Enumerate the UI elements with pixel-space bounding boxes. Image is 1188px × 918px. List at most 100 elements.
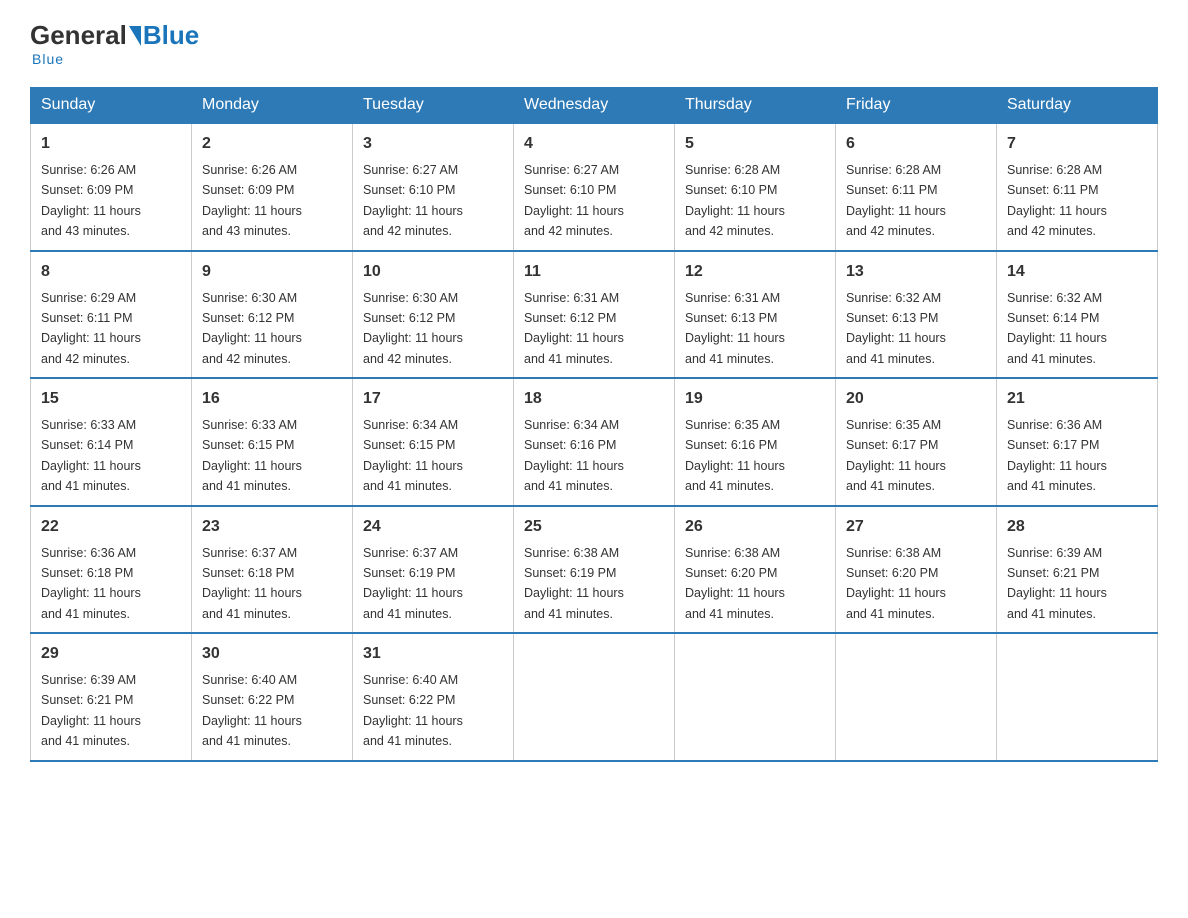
day-info: Sunrise: 6:28 AMSunset: 6:11 PMDaylight:… [846,163,946,238]
day-number: 10 [363,260,503,284]
logo-triangle-icon [129,26,141,46]
day-info: Sunrise: 6:26 AMSunset: 6:09 PMDaylight:… [41,163,141,238]
week-row-4: 22 Sunrise: 6:36 AMSunset: 6:18 PMDaylig… [31,506,1158,634]
day-number: 26 [685,515,825,539]
day-cell [836,633,997,761]
day-info: Sunrise: 6:28 AMSunset: 6:10 PMDaylight:… [685,163,785,238]
day-cell: 31 Sunrise: 6:40 AMSunset: 6:22 PMDaylig… [353,633,514,761]
day-info: Sunrise: 6:38 AMSunset: 6:20 PMDaylight:… [846,546,946,621]
day-info: Sunrise: 6:35 AMSunset: 6:17 PMDaylight:… [846,418,946,493]
day-number: 2 [202,132,342,156]
logo-subtitle: Blue [32,51,64,67]
day-number: 11 [524,260,664,284]
day-info: Sunrise: 6:30 AMSunset: 6:12 PMDaylight:… [202,291,302,366]
day-info: Sunrise: 6:29 AMSunset: 6:11 PMDaylight:… [41,291,141,366]
day-cell: 14 Sunrise: 6:32 AMSunset: 6:14 PMDaylig… [997,251,1158,379]
day-info: Sunrise: 6:34 AMSunset: 6:15 PMDaylight:… [363,418,463,493]
day-cell: 19 Sunrise: 6:35 AMSunset: 6:16 PMDaylig… [675,378,836,506]
day-number: 14 [1007,260,1147,284]
day-number: 29 [41,642,181,666]
day-cell: 11 Sunrise: 6:31 AMSunset: 6:12 PMDaylig… [514,251,675,379]
day-cell: 20 Sunrise: 6:35 AMSunset: 6:17 PMDaylig… [836,378,997,506]
day-info: Sunrise: 6:35 AMSunset: 6:16 PMDaylight:… [685,418,785,493]
day-cell: 24 Sunrise: 6:37 AMSunset: 6:19 PMDaylig… [353,506,514,634]
day-info: Sunrise: 6:32 AMSunset: 6:14 PMDaylight:… [1007,291,1107,366]
week-row-5: 29 Sunrise: 6:39 AMSunset: 6:21 PMDaylig… [31,633,1158,761]
day-cell: 9 Sunrise: 6:30 AMSunset: 6:12 PMDayligh… [192,251,353,379]
day-number: 12 [685,260,825,284]
day-info: Sunrise: 6:34 AMSunset: 6:16 PMDaylight:… [524,418,624,493]
week-row-1: 1 Sunrise: 6:26 AMSunset: 6:09 PMDayligh… [31,123,1158,251]
day-cell: 5 Sunrise: 6:28 AMSunset: 6:10 PMDayligh… [675,123,836,251]
column-header-thursday: Thursday [675,88,836,124]
day-cell: 18 Sunrise: 6:34 AMSunset: 6:16 PMDaylig… [514,378,675,506]
day-number: 25 [524,515,664,539]
day-info: Sunrise: 6:27 AMSunset: 6:10 PMDaylight:… [363,163,463,238]
day-cell: 29 Sunrise: 6:39 AMSunset: 6:21 PMDaylig… [31,633,192,761]
day-number: 21 [1007,387,1147,411]
column-header-monday: Monday [192,88,353,124]
day-cell: 26 Sunrise: 6:38 AMSunset: 6:20 PMDaylig… [675,506,836,634]
day-info: Sunrise: 6:33 AMSunset: 6:15 PMDaylight:… [202,418,302,493]
day-cell [997,633,1158,761]
day-info: Sunrise: 6:28 AMSunset: 6:11 PMDaylight:… [1007,163,1107,238]
day-cell: 21 Sunrise: 6:36 AMSunset: 6:17 PMDaylig… [997,378,1158,506]
logo-general-text: General [30,20,127,51]
day-cell: 15 Sunrise: 6:33 AMSunset: 6:14 PMDaylig… [31,378,192,506]
day-info: Sunrise: 6:33 AMSunset: 6:14 PMDaylight:… [41,418,141,493]
logo: General Blue Blue [30,20,199,67]
day-info: Sunrise: 6:31 AMSunset: 6:13 PMDaylight:… [685,291,785,366]
page-header: General Blue Blue [30,20,1158,67]
day-number: 6 [846,132,986,156]
logo-blue-text: Blue [143,20,199,51]
day-info: Sunrise: 6:36 AMSunset: 6:18 PMDaylight:… [41,546,141,621]
week-row-3: 15 Sunrise: 6:33 AMSunset: 6:14 PMDaylig… [31,378,1158,506]
day-info: Sunrise: 6:38 AMSunset: 6:20 PMDaylight:… [685,546,785,621]
day-cell: 1 Sunrise: 6:26 AMSunset: 6:09 PMDayligh… [31,123,192,251]
day-cell: 10 Sunrise: 6:30 AMSunset: 6:12 PMDaylig… [353,251,514,379]
day-info: Sunrise: 6:30 AMSunset: 6:12 PMDaylight:… [363,291,463,366]
day-cell: 28 Sunrise: 6:39 AMSunset: 6:21 PMDaylig… [997,506,1158,634]
day-number: 19 [685,387,825,411]
day-number: 5 [685,132,825,156]
day-cell: 17 Sunrise: 6:34 AMSunset: 6:15 PMDaylig… [353,378,514,506]
day-cell: 25 Sunrise: 6:38 AMSunset: 6:19 PMDaylig… [514,506,675,634]
calendar-table: SundayMondayTuesdayWednesdayThursdayFrid… [30,87,1158,762]
day-cell: 2 Sunrise: 6:26 AMSunset: 6:09 PMDayligh… [192,123,353,251]
day-number: 16 [202,387,342,411]
day-cell: 16 Sunrise: 6:33 AMSunset: 6:15 PMDaylig… [192,378,353,506]
day-number: 27 [846,515,986,539]
day-cell: 23 Sunrise: 6:37 AMSunset: 6:18 PMDaylig… [192,506,353,634]
day-number: 23 [202,515,342,539]
day-number: 22 [41,515,181,539]
day-cell: 30 Sunrise: 6:40 AMSunset: 6:22 PMDaylig… [192,633,353,761]
column-header-wednesday: Wednesday [514,88,675,124]
day-cell: 6 Sunrise: 6:28 AMSunset: 6:11 PMDayligh… [836,123,997,251]
day-info: Sunrise: 6:37 AMSunset: 6:19 PMDaylight:… [363,546,463,621]
day-info: Sunrise: 6:31 AMSunset: 6:12 PMDaylight:… [524,291,624,366]
header-row: SundayMondayTuesdayWednesdayThursdayFrid… [31,88,1158,124]
day-number: 13 [846,260,986,284]
day-info: Sunrise: 6:36 AMSunset: 6:17 PMDaylight:… [1007,418,1107,493]
day-number: 28 [1007,515,1147,539]
day-number: 9 [202,260,342,284]
day-cell: 8 Sunrise: 6:29 AMSunset: 6:11 PMDayligh… [31,251,192,379]
day-cell [514,633,675,761]
day-info: Sunrise: 6:39 AMSunset: 6:21 PMDaylight:… [1007,546,1107,621]
day-number: 3 [363,132,503,156]
day-info: Sunrise: 6:32 AMSunset: 6:13 PMDaylight:… [846,291,946,366]
column-header-sunday: Sunday [31,88,192,124]
day-cell: 7 Sunrise: 6:28 AMSunset: 6:11 PMDayligh… [997,123,1158,251]
day-number: 31 [363,642,503,666]
day-number: 8 [41,260,181,284]
day-number: 15 [41,387,181,411]
day-info: Sunrise: 6:40 AMSunset: 6:22 PMDaylight:… [363,673,463,748]
day-number: 24 [363,515,503,539]
day-cell: 22 Sunrise: 6:36 AMSunset: 6:18 PMDaylig… [31,506,192,634]
day-cell: 4 Sunrise: 6:27 AMSunset: 6:10 PMDayligh… [514,123,675,251]
day-info: Sunrise: 6:39 AMSunset: 6:21 PMDaylight:… [41,673,141,748]
day-number: 18 [524,387,664,411]
day-cell: 3 Sunrise: 6:27 AMSunset: 6:10 PMDayligh… [353,123,514,251]
column-header-saturday: Saturday [997,88,1158,124]
column-header-friday: Friday [836,88,997,124]
